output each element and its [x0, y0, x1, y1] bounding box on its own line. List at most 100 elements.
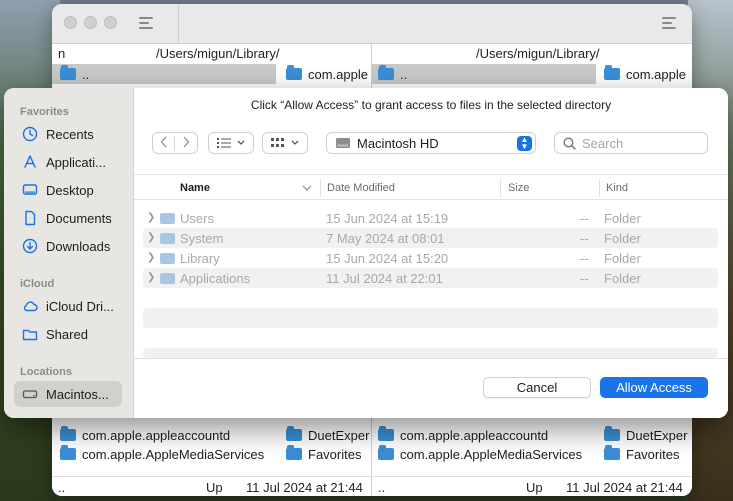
chevron-down-icon: [237, 140, 245, 145]
disclosure-chevron-icon[interactable]: ❯: [147, 252, 155, 263]
sidebar-item-downloads[interactable]: Downloads: [14, 233, 122, 259]
size-column-header[interactable]: Size: [508, 182, 529, 194]
apps-icon: [24, 155, 36, 168]
folder-icon: [604, 445, 620, 460]
left-pane-header: n /Users/migun/Library/: [52, 44, 372, 64]
clock-icon: [22, 126, 38, 142]
right-pane-status: .. Up 11 Jul 2024 at 21:44: [372, 476, 692, 496]
list-icon[interactable]: [662, 17, 676, 29]
folder-icon: [160, 273, 175, 284]
back-forward-control: [152, 132, 198, 154]
cancel-button[interactable]: Cancel: [483, 377, 591, 398]
icloud-heading: iCloud: [20, 278, 55, 290]
back-button[interactable]: [153, 135, 175, 151]
disclosure-chevron-icon[interactable]: ❯: [147, 212, 155, 223]
view-mode-grid-button[interactable]: [262, 132, 308, 154]
folder-icon: [60, 445, 76, 460]
chevron-right-icon: [183, 136, 190, 147]
right-pane-header: /Users/migun/Library/: [372, 44, 692, 64]
name-column-header[interactable]: n: [58, 46, 65, 61]
updown-chevron-icon: ▲ ▼: [517, 136, 532, 151]
disclosure-chevron-icon[interactable]: ❯: [147, 232, 155, 243]
location-popup[interactable]: Macintosh HD ▲ ▼: [326, 132, 536, 154]
list-item[interactable]: .. com.apple: [52, 64, 372, 84]
sidebar-item-recents[interactable]: Recents: [14, 121, 122, 147]
hard-drive-icon: [336, 138, 350, 148]
chevron-down-icon: [291, 140, 299, 145]
folder-icon: [286, 65, 302, 80]
search-icon: [563, 136, 576, 150]
list-item[interactable]: DuetExper: [604, 426, 687, 444]
shared-folder-icon: [22, 329, 38, 341]
allow-access-dialog: Favorites Recents Applicati... Desktop D…: [4, 88, 728, 418]
forward-button[interactable]: [175, 136, 197, 151]
column-header: Name Date Modified Size Kind: [134, 174, 728, 200]
search-placeholder: Search: [582, 135, 624, 151]
disclosure-chevron-icon[interactable]: ❯: [147, 272, 155, 283]
list-item[interactable]: .. com.apple: [372, 64, 692, 84]
empty-row: [143, 348, 718, 358]
date-column-header[interactable]: Date Modified: [327, 182, 395, 194]
disk-icon: [22, 390, 38, 399]
sidebar-item-desktop[interactable]: Desktop: [14, 177, 122, 203]
folder-icon: [378, 445, 394, 460]
window-titlebar: [52, 4, 692, 44]
list-item[interactable]: com.apple: [604, 65, 686, 83]
name-column-header[interactable]: Name: [180, 182, 210, 194]
list-item[interactable]: com.apple.appleaccountd: [60, 426, 230, 444]
parent-dir-item[interactable]: ..: [60, 65, 89, 83]
list-item[interactable]: com.apple.appleaccountd: [378, 426, 548, 444]
folder-icon: [378, 426, 394, 441]
cloud-icon: [23, 301, 38, 312]
allow-access-button[interactable]: Allow Access: [600, 377, 708, 398]
sort-chevron-down-icon: [302, 185, 312, 191]
close-window-button[interactable]: [64, 16, 77, 29]
download-icon: [22, 238, 38, 254]
favorites-heading: Favorites: [20, 106, 69, 118]
table-row[interactable]: ❯ Users 15 Jun 2024 at 15:19 -- Folder: [143, 208, 718, 228]
list-item[interactable]: com.apple.AppleMediaServices: [378, 445, 582, 463]
browser-content: Click “Allow Access” to grant access to …: [134, 88, 728, 418]
sidebar-item-applications[interactable]: Applicati...: [14, 149, 122, 175]
sidebar-item-documents[interactable]: Documents: [14, 205, 122, 231]
folder-icon: [286, 426, 302, 441]
folder-icon: [604, 65, 620, 80]
list-item[interactable]: com.apple.AppleMediaServices: [60, 445, 264, 463]
folder-icon: [60, 426, 76, 441]
list-item[interactable]: Favorites: [286, 445, 361, 463]
folder-icon: [378, 65, 394, 80]
folder-icon: [604, 426, 620, 441]
empty-row: [143, 308, 718, 328]
list-view-icon: [217, 138, 231, 148]
kind-column-header[interactable]: Kind: [606, 182, 628, 194]
table-row[interactable]: ❯ System 7 May 2024 at 08:01 -- Folder: [143, 228, 718, 248]
parent-dir-item[interactable]: ..: [378, 65, 407, 83]
table-row[interactable]: ❯ Applications 11 Jul 2024 at 22:01 -- F…: [143, 268, 718, 288]
view-mode-list-button[interactable]: [208, 132, 254, 154]
list-icon[interactable]: [139, 17, 153, 29]
sidebar-item-icloud-drive[interactable]: iCloud Dri...: [14, 293, 122, 319]
sidebar-item-shared[interactable]: Shared: [14, 321, 122, 347]
list-item[interactable]: DuetExper: [286, 426, 369, 444]
sidebar-item-macintosh-hd[interactable]: Macintos...: [14, 381, 122, 407]
minimize-window-button[interactable]: [84, 16, 97, 29]
grid-view-icon: [271, 138, 284, 147]
list-item[interactable]: Favorites: [604, 445, 679, 463]
search-input[interactable]: Search: [554, 132, 708, 154]
folder-icon: [160, 233, 175, 244]
sidebar: Favorites Recents Applicati... Desktop D…: [4, 88, 134, 418]
right-pane-path: /Users/migun/Library/: [476, 46, 600, 61]
locations-heading: Locations: [20, 366, 72, 378]
zoom-window-button[interactable]: [104, 16, 117, 29]
left-pane-path: /Users/migun/Library/: [156, 46, 280, 61]
folder-icon: [60, 65, 76, 80]
document-icon: [25, 210, 36, 226]
dialog-prompt: Click “Allow Access” to grant access to …: [250, 98, 612, 112]
left-pane-status: .. Up 11 Jul 2024 at 21:44: [52, 476, 372, 496]
table-row[interactable]: ❯ Library 15 Jun 2024 at 15:20 -- Folder: [143, 248, 718, 268]
desktop-icon: [22, 184, 38, 195]
chevron-left-icon: [160, 136, 167, 147]
folder-icon: [160, 253, 175, 264]
folder-icon: [286, 445, 302, 460]
list-item[interactable]: com.apple: [286, 65, 368, 83]
